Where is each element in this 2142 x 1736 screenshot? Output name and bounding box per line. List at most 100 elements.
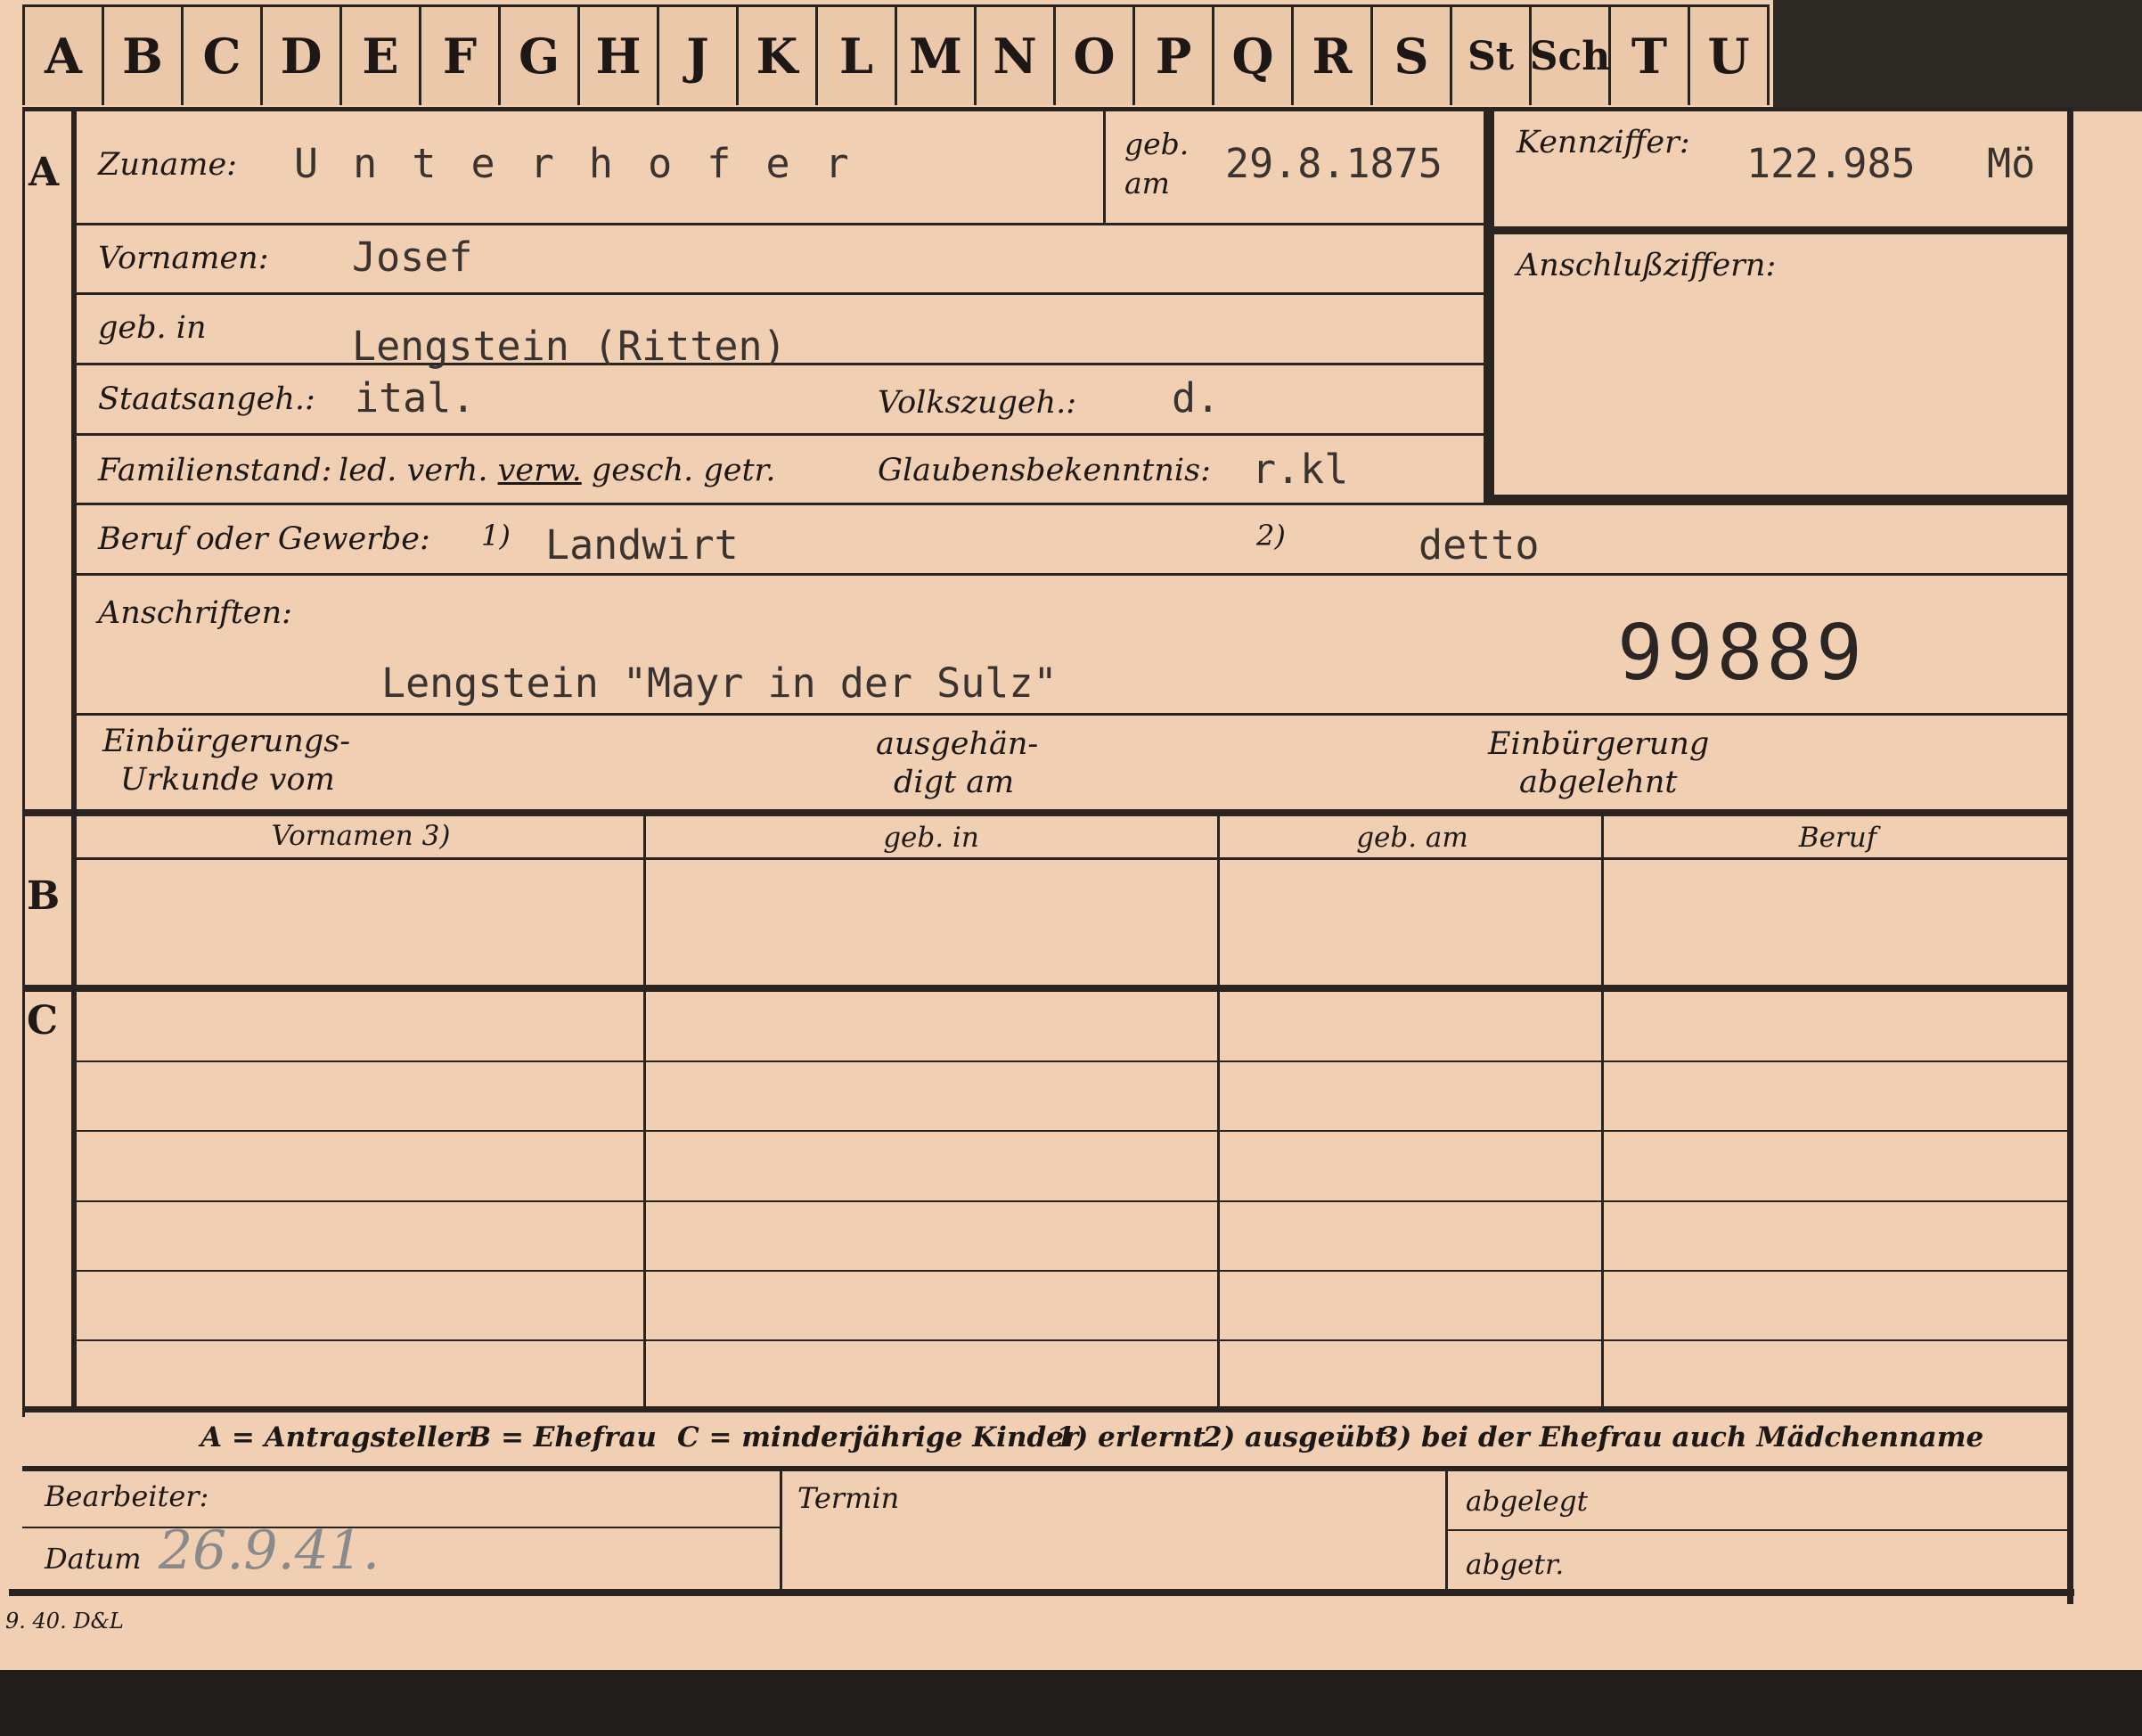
alphabet-tab-sch: Sch (1530, 7, 1611, 105)
id-number-value: 122.985 (1746, 140, 1916, 187)
alphabet-tab-m: M (897, 7, 977, 105)
alphabet-tab-r: R (1294, 7, 1373, 105)
birth-place-label: geb. in (98, 310, 207, 346)
first-names-label: Vornamen: (98, 241, 269, 276)
col-header-birth-date: geb. am (1356, 822, 1468, 854)
alphabet-tab-d: D (263, 7, 342, 105)
alphabet-tab-a: A (25, 7, 104, 105)
footer-bottom-border (9, 1589, 2074, 1596)
occupation-practiced-value: detto (1418, 521, 1540, 569)
naturalization-handed-label-2: digt am (894, 765, 1015, 800)
row-line-4 (77, 433, 1484, 436)
occupation-learned-value: Landwirt (545, 521, 739, 569)
footer-left-row-line (22, 1527, 780, 1528)
linked-numbers-label: Anschlußziffern: (1517, 248, 1777, 283)
row-line-2 (77, 292, 1484, 295)
date-handwritten: 26.9.41. (159, 1519, 380, 1582)
row-line-6 (77, 573, 2073, 576)
marital-status-options: led. verh. verw. gesch. getr. (339, 453, 776, 488)
section-a-b-separator (22, 809, 2072, 816)
marker-column-divider (71, 107, 77, 1408)
stamp-number: 99889 (1617, 609, 1866, 698)
section-b-marker: B (27, 873, 61, 919)
marital-options-selected: verw. (497, 453, 582, 488)
legend-c: C = minderjährige Kinder (677, 1421, 1079, 1453)
date-label: Datum (45, 1542, 142, 1576)
section-c-marker: C (27, 998, 59, 1044)
frame-top (22, 107, 2072, 111)
alphabet-tab-st: St (1452, 7, 1532, 105)
religion-value: r.kl (1252, 446, 1349, 493)
naturalization-handed-label-1: ausgehän- (876, 726, 1039, 762)
address-value: Lengstein "Mayr in der Sulz" (381, 659, 1058, 707)
alphabet-tab-g: G (501, 7, 580, 105)
occupation-mark-1: 1) (481, 519, 511, 553)
legend-note-2: 2) ausgeübt (1203, 1421, 1388, 1453)
filed-label: abgelegt (1466, 1486, 1589, 1518)
alphabet-tab-o: O (1056, 7, 1135, 105)
forwarded-label: abgetr. (1466, 1549, 1565, 1581)
col-divider-1 (643, 815, 646, 1408)
row-line-7 (77, 713, 2073, 716)
alphabet-tab-k: K (739, 7, 818, 105)
alphabet-tab-h: H (580, 7, 659, 105)
processor-label: Bearbeiter: (45, 1479, 209, 1513)
frame-right (2067, 107, 2073, 1604)
dob-label-line2: am (1124, 166, 1170, 201)
deadline-label: Termin (797, 1481, 900, 1515)
section-c-row-line-2 (77, 1130, 2073, 1132)
alphabet-tab-t: T (1611, 7, 1690, 105)
section-c-row-line-4 (77, 1270, 2073, 1272)
footer-right-row-line (1448, 1529, 2072, 1531)
naturalization-rejected-label-2: abgelehnt (1519, 765, 1678, 800)
addresses-label: Anschriften: (98, 595, 292, 631)
alphabet-tab-row: A B C D E F G H J K L M N O P Q R S St Sch T U (22, 4, 1770, 105)
section-a-marker: A (29, 150, 60, 195)
alphabet-tab-j: J (659, 7, 739, 105)
religion-label: Glaubensbekenntnis: (878, 453, 1211, 488)
right-box-left-border (1484, 111, 1494, 504)
ethnicity-value: d. (1172, 374, 1221, 422)
occupation-label: Beruf oder Gewerbe: (98, 521, 430, 557)
dob-label-line1: geb. (1124, 127, 1190, 161)
background-strip (0, 1670, 2142, 1736)
card-shadow (1773, 0, 2142, 111)
col-divider-3 (1601, 815, 1604, 1408)
dob-divider (1103, 111, 1106, 223)
marital-options-plain: led. verh. (339, 453, 488, 488)
legend-b: B = Ehefrau (468, 1421, 657, 1453)
naturalization-doc-label-1: Einbürgerungs- (102, 724, 351, 759)
alphabet-tab-e: E (342, 7, 421, 105)
section-b-header-line (77, 857, 2073, 860)
right-box-middle-border (1484, 226, 2072, 234)
alphabet-tab-q: Q (1214, 7, 1294, 105)
alphabet-tab-l: L (818, 7, 897, 105)
legend-note-1: 1) erlernt (1056, 1421, 1206, 1453)
legend-a: A = Antragsteller (200, 1421, 470, 1453)
naturalization-doc-label-2: Urkunde vom (120, 762, 335, 798)
row-line-1 (77, 223, 1484, 225)
surname-label: Zuname: (98, 147, 237, 183)
footer-divider-1 (780, 1471, 782, 1589)
id-number-label: Kennziffer: (1517, 125, 1690, 160)
citizenship-value: ital. (355, 374, 476, 422)
ethnicity-label: Volkszugeh.: (878, 385, 1077, 421)
id-number-suffix: Mö (1987, 140, 2036, 187)
col-header-occupation: Beruf (1798, 822, 1877, 854)
marital-status-label: Familienstand: (98, 453, 332, 488)
frame-left (22, 107, 25, 1417)
section-b-c-separator (22, 985, 2072, 992)
alphabet-tab-u: U (1707, 28, 1750, 85)
dob-value: 29.8.1875 (1225, 140, 1443, 187)
naturalization-rejected-label-1: Einbürgerung (1488, 726, 1710, 762)
legend-note-3: 3) bei der Ehefrau auch Mädchenname (1379, 1421, 1984, 1453)
alphabet-tab-n: N (977, 7, 1056, 105)
marital-options-rest: gesch. getr. (591, 453, 776, 488)
row-line-5 (77, 503, 2073, 505)
col-header-birth-place: geb. in (883, 822, 979, 854)
birth-place-value: Lengstein (Ritten) (352, 323, 787, 370)
col-divider-2 (1217, 815, 1220, 1408)
citizenship-label: Staatsangeh.: (98, 381, 315, 417)
print-code: 9. 40. D&L (5, 1609, 124, 1634)
alphabet-tab-c: C (184, 7, 263, 105)
